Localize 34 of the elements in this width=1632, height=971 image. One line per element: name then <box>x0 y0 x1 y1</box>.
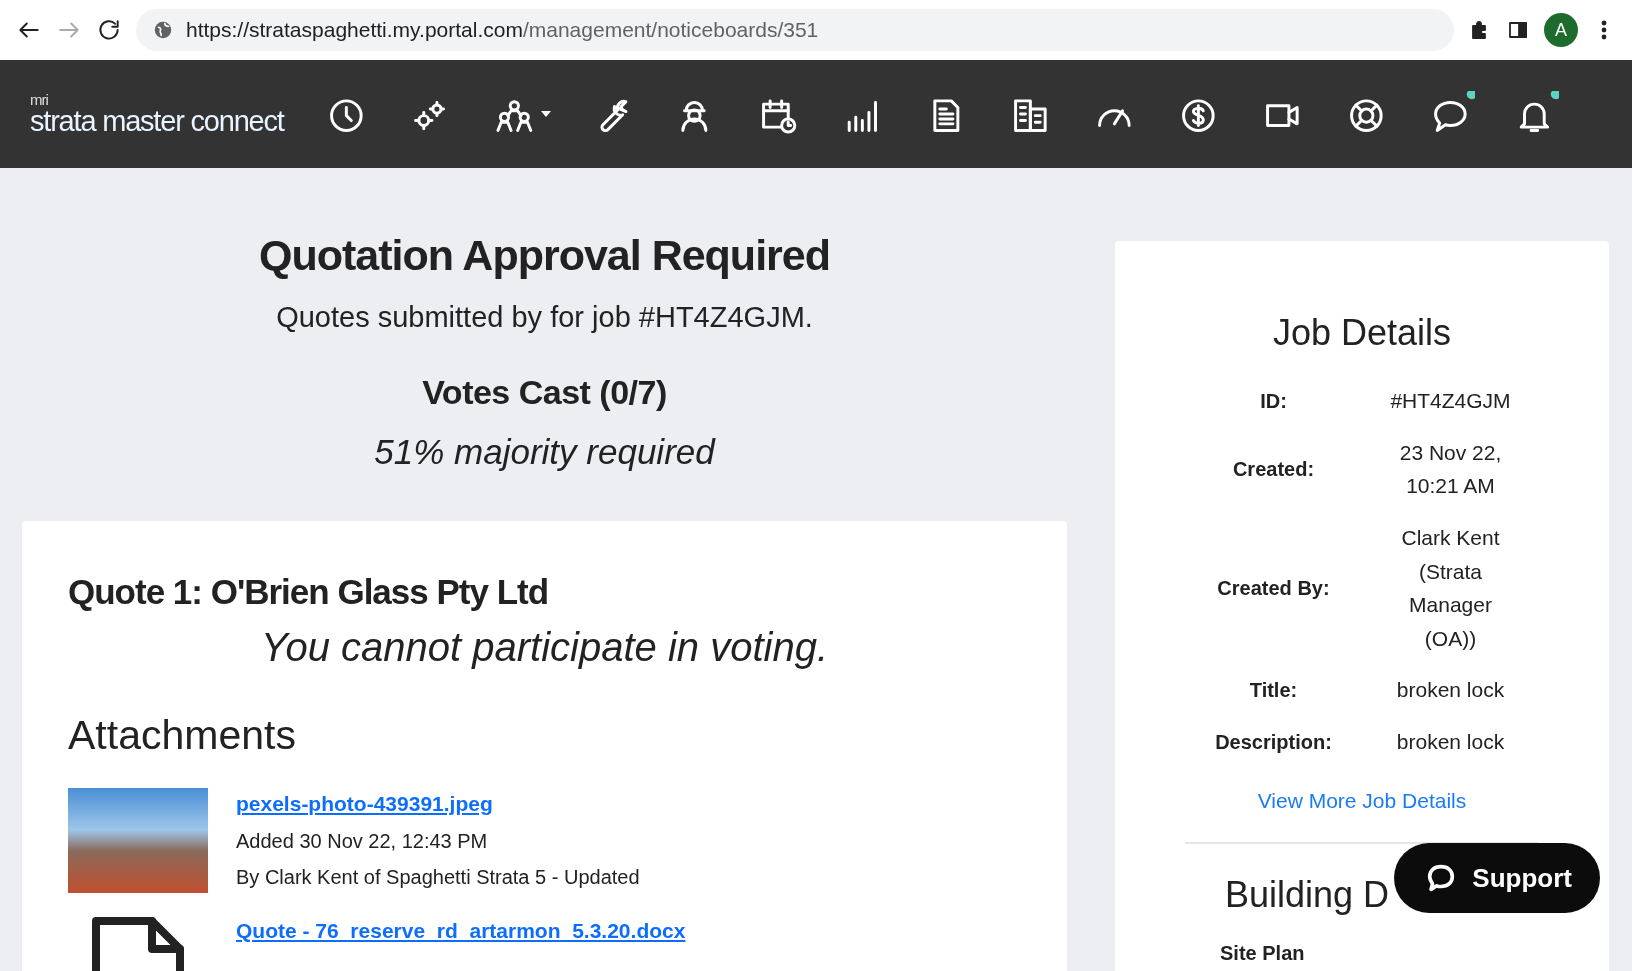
app-logo[interactable]: strata master connect <box>30 107 284 136</box>
attachment-link[interactable]: Quote - 76_reserve_rd_artarmon_5.3.20.docx <box>236 919 686 943</box>
detail-label: Title: <box>1248 678 1299 704</box>
address-bar[interactable]: https://strataspaghetti.my.portal.com/management/noticeboards/351 <box>136 9 1454 51</box>
site-plan-label: Site Plan <box>1219 941 1306 967</box>
support-button[interactable]: Support <box>1394 843 1600 913</box>
building-details-title: Building D <box>1225 873 1390 918</box>
logo-mark: mri <box>30 92 49 107</box>
caret-icon[interactable] <box>540 111 551 117</box>
detail-value: broken lock <box>1395 677 1506 704</box>
attachments-heading: Attachments <box>68 710 297 760</box>
quote-title: Quote 1: O'Brien Glass Pty Ltd <box>68 570 550 613</box>
globe-icon <box>152 19 174 41</box>
detail-value: #HT4Z4GJM <box>1389 388 1512 415</box>
attachment-link[interactable]: pexels-photo-439391.jpeg <box>236 792 493 816</box>
detail-value: 23 Nov 22, 10:21 AM <box>1398 439 1503 500</box>
votes-count: Votes Cast (0/7) <box>421 372 668 414</box>
profile-avatar[interactable]: A <box>1544 13 1578 47</box>
majority-note: 51% majority required <box>373 431 717 474</box>
view-more-link[interactable]: View More Job Details <box>1185 784 1539 817</box>
reload-icon[interactable] <box>96 17 122 43</box>
detail-value: Clark Kent (Strata Manager (OA)) <box>1400 524 1501 652</box>
detail-label: Description: <box>1214 729 1333 755</box>
detail-label: Created: <box>1231 457 1316 483</box>
page-subtitle: Quotes submitted by for job #HT4Z4GJM. <box>275 299 814 335</box>
page-title: Quotation Approval Required <box>257 230 831 281</box>
voting-notice: You cannot participate in voting. <box>259 623 830 671</box>
detail-label: ID: <box>1259 389 1288 414</box>
job-details-title: Job Details <box>1271 311 1453 355</box>
attachment-author: By Clark Kent of Spaghetti Strata 5 - Updated <box>236 864 640 890</box>
attachment-date: Added 30 Nov 22, 12:43 PM <box>236 828 489 854</box>
url-text: https://strataspaghetti.my.portal.com/management/noticeboards/351 <box>186 17 819 44</box>
detail-value: broken lock <box>1395 728 1506 755</box>
detail-label: Created By: <box>1216 576 1331 602</box>
